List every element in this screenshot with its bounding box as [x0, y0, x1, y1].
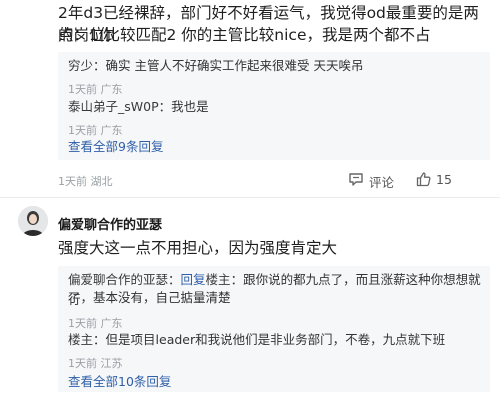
- like-icon[interactable]: [416, 171, 432, 187]
- reply-separator: ：: [230, 272, 244, 287]
- reply-to-user[interactable]: 楼主: [206, 272, 231, 287]
- reply-text: 确实 主管人不好确实工作起来很难受 天天唉吊: [105, 58, 364, 73]
- reply-separator: ：: [93, 58, 106, 73]
- reply-box: 穷少：确实 主管人不好确实工作起来很难受 天天唉吊 1天前 广东 泰山弟子_sW…: [58, 52, 490, 160]
- reply-to-prefix: 回复: [180, 272, 206, 287]
- comment-label[interactable]: 评论: [369, 172, 394, 191]
- divider: [0, 197, 500, 198]
- reply-text: 但是项目leader和我说他们是非业务部门，不卷，九点就下班: [105, 332, 446, 347]
- reply-author[interactable]: 穷少: [68, 58, 93, 73]
- reply-author[interactable]: 偏爱聊合作的亚瑟: [68, 272, 168, 287]
- reply-meta: 1天前 广东: [68, 317, 123, 330]
- reply-text-line2: 了，基本没有，自己掂量清楚: [68, 290, 231, 305]
- reply-text: 我也是: [171, 99, 209, 114]
- reply-item: 穷少：确实 主管人不好确实工作起来很难受 天天唉吊: [68, 56, 363, 76]
- comment-text: 强度大这一点不用担心，因为强度肯定大: [58, 239, 338, 257]
- comment-meta: 1天前 湖北: [58, 175, 113, 188]
- comment-icon[interactable]: [348, 172, 364, 187]
- reply-separator: ：: [158, 99, 172, 114]
- reply-item: 楼主：但是项目leader和我说他们是非业务部门，不卷，九点就下班: [68, 330, 445, 350]
- reply-author[interactable]: 楼主: [68, 332, 93, 347]
- reply-separator: ：: [168, 272, 181, 287]
- view-all-replies-link[interactable]: 查看全部9条回复: [68, 136, 163, 155]
- reply-author[interactable]: 泰山弟子_sW0P: [68, 99, 159, 114]
- like-count: 15: [436, 172, 452, 187]
- view-all-replies-link[interactable]: 查看全部10条回复: [68, 371, 171, 390]
- comment-author[interactable]: 偏爱聊合作的亚瑟: [58, 214, 162, 233]
- reply-meta: 1天前 江苏: [68, 357, 123, 370]
- reply-meta: 1天前 广东: [68, 83, 123, 96]
- reply-separator: ：: [93, 332, 106, 347]
- avatar[interactable]: [18, 206, 48, 236]
- reply-box: 偏爱聊合作的亚瑟：回复楼主：跟你说的都九点了，而且涨薪这种你想想就行 了，基本没…: [58, 266, 490, 392]
- comment-text-line2: 的岗位比较匹配2 你的主管比较nice，我是两个都不占: [58, 26, 431, 44]
- reply-item: 泰山弟子_sW0P：我也是: [68, 97, 209, 117]
